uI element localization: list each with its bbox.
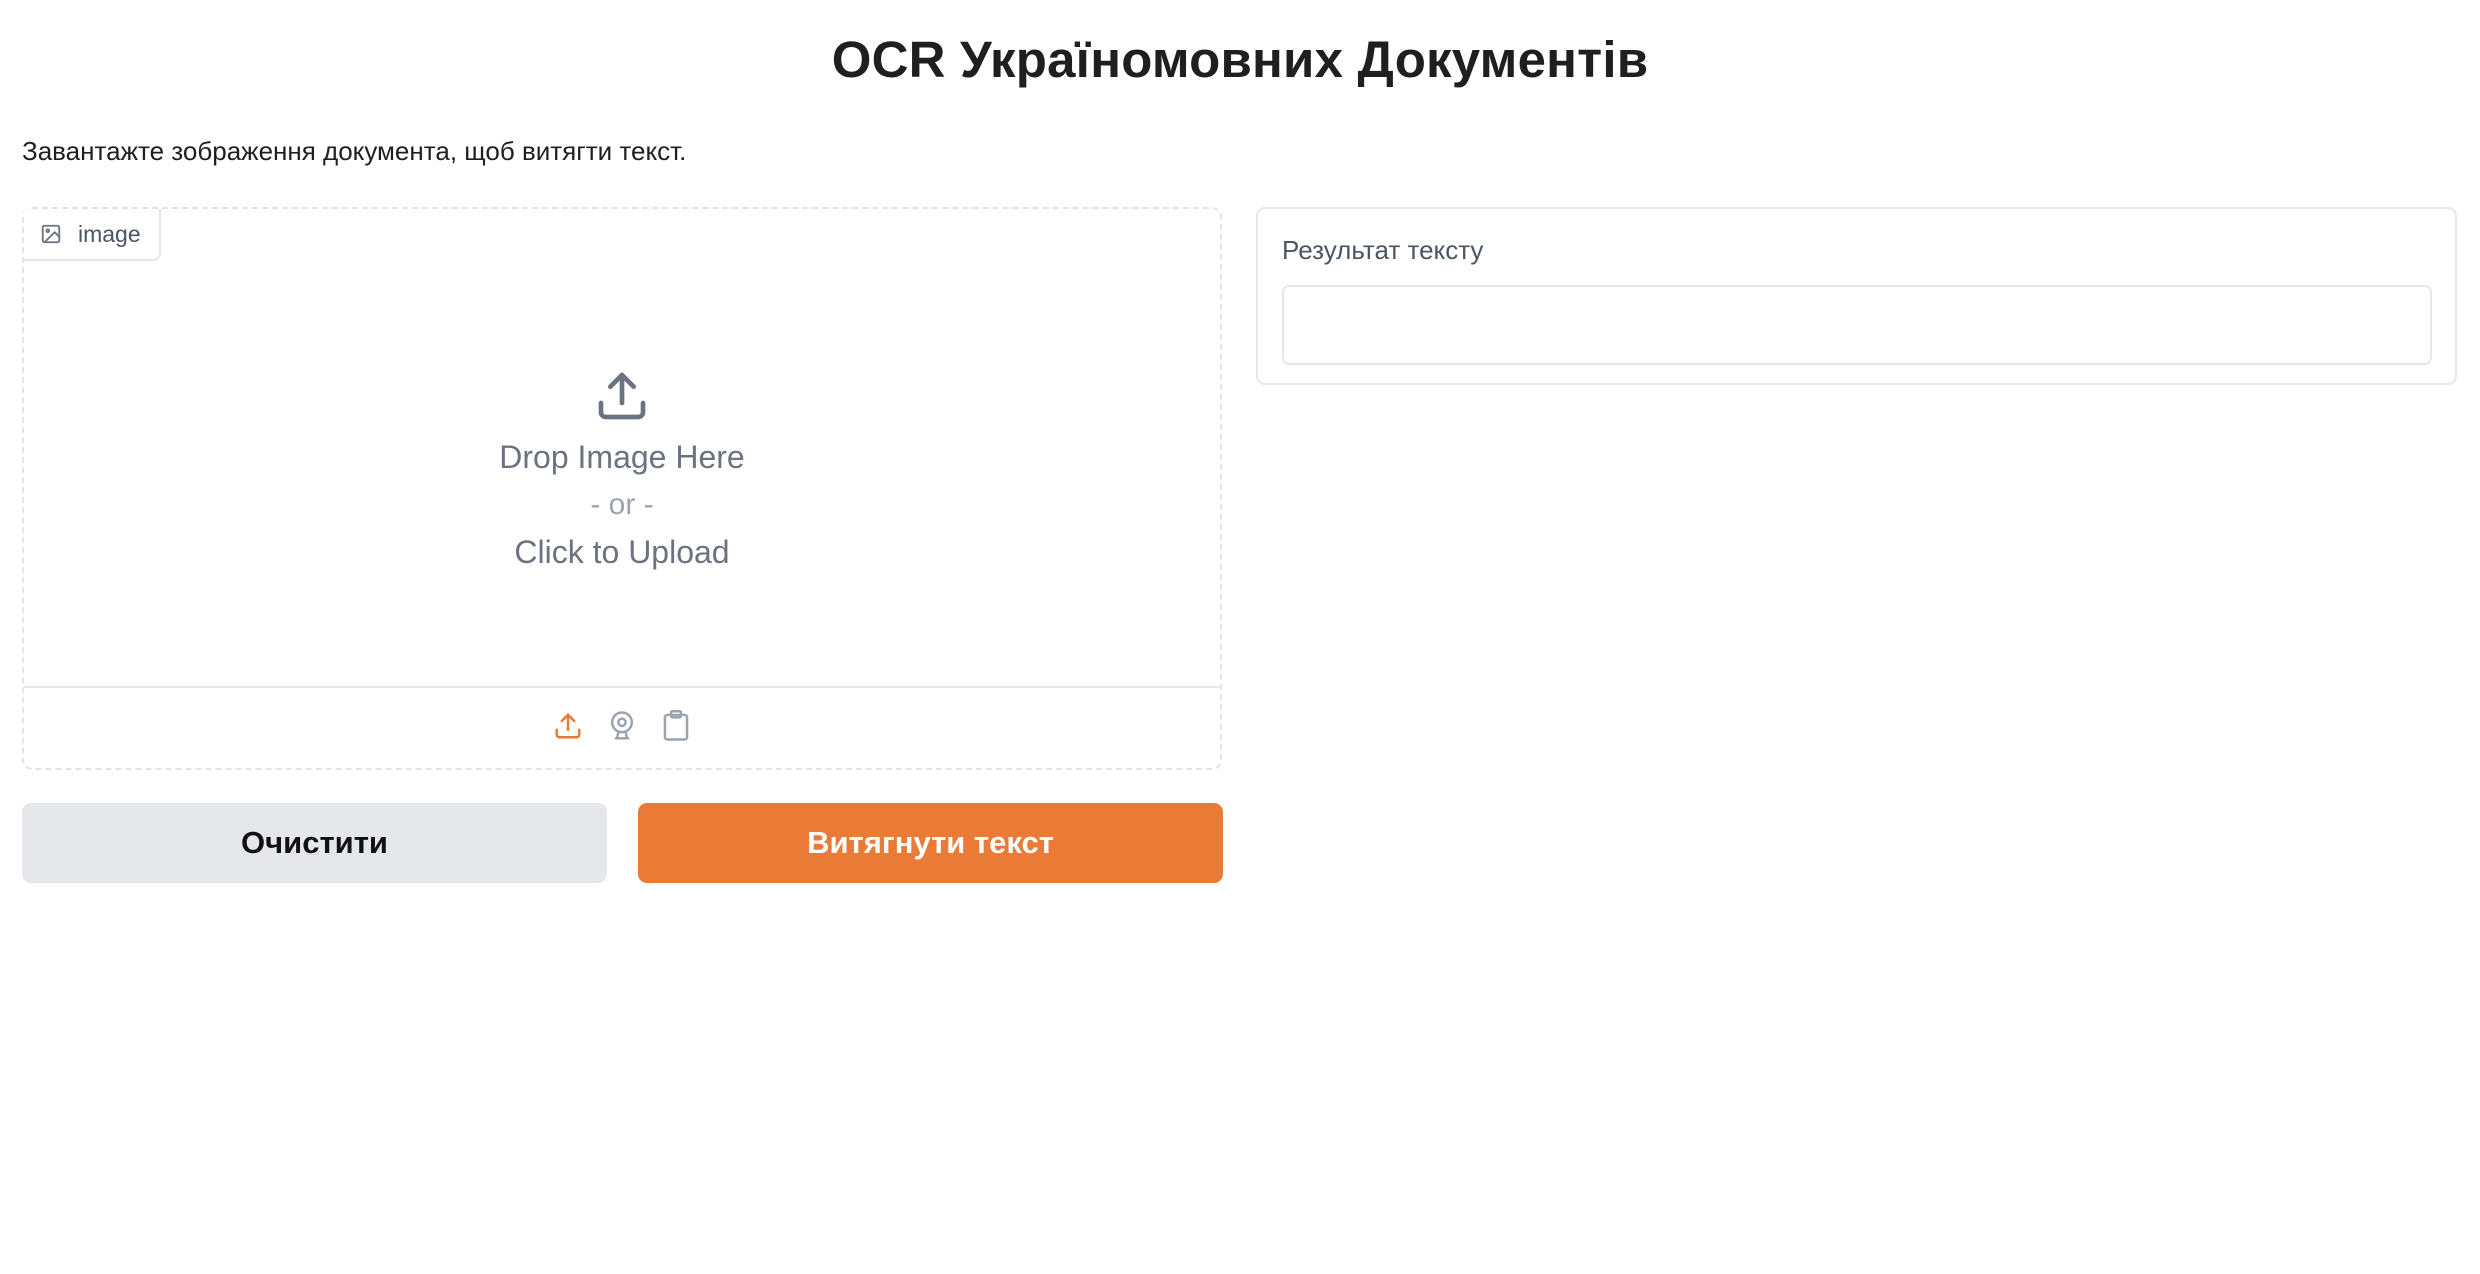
result-textbox[interactable] [1282,285,2432,365]
clipboard-source-button[interactable] [660,709,692,747]
webcam-source-button[interactable] [606,710,638,746]
page-title: OCR Україномовних Документів [831,31,1649,88]
image-drop-zone[interactable]: Drop Image Here - or - Click to Upload [24,261,1220,689]
click-to-upload-text: Click to Upload [514,533,730,570]
image-upload-block: image Drop Image Here - or - Click to Up… [22,207,1222,770]
image-input-label: image [24,209,161,261]
or-separator-text: - or - [590,487,654,521]
clipboard-icon [662,709,690,747]
result-label: Результат тексту [1282,235,1484,265]
page-description: Завантажте зображення документа, щоб вит… [22,136,687,166]
upload-icon [594,368,650,429]
webcam-icon [607,710,637,747]
upload-source-button[interactable] [552,710,584,746]
extract-text-button[interactable]: Витягнути текст [638,803,1223,883]
drop-image-text: Drop Image Here [499,438,745,475]
result-panel: Результат тексту [1256,207,2457,385]
clear-button[interactable]: Очистити [22,803,607,883]
app-root: OCR Україномовних Документів Завантажте … [0,0,2480,1274]
upload-icon [553,711,583,746]
image-icon [40,223,62,245]
image-source-selector [24,686,1220,768]
image-input-label-text: image [78,220,141,247]
